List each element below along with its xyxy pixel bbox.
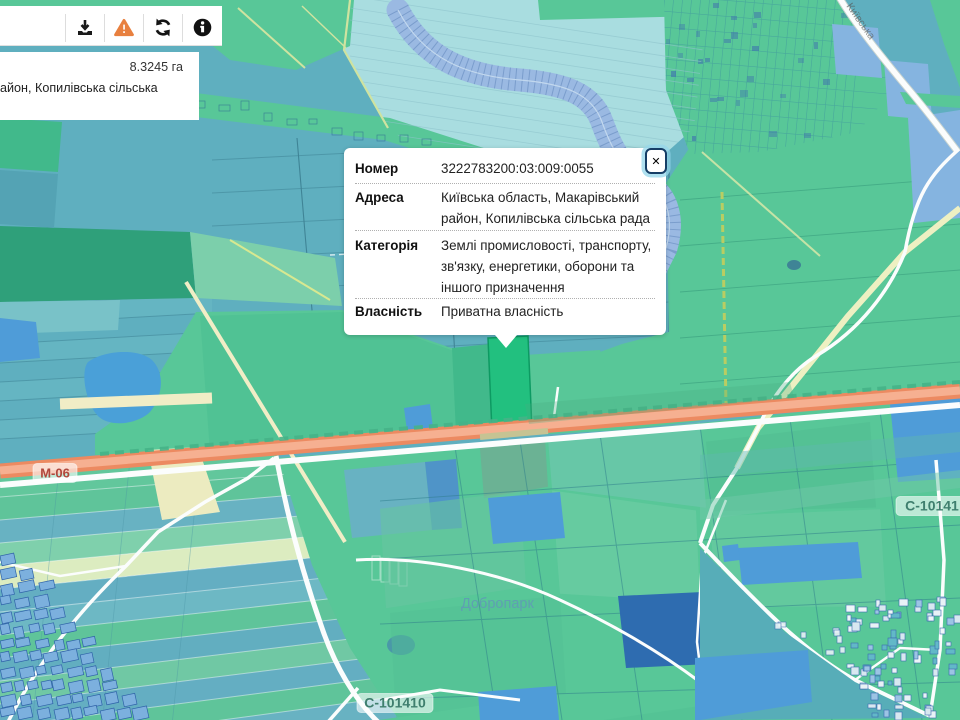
- svg-text:С-10141: С-10141: [905, 498, 959, 514]
- svg-text:Добропарк: Добропарк: [461, 596, 534, 612]
- svg-text:С-101410: С-101410: [364, 695, 426, 711]
- svg-text:М-06: М-06: [40, 466, 70, 481]
